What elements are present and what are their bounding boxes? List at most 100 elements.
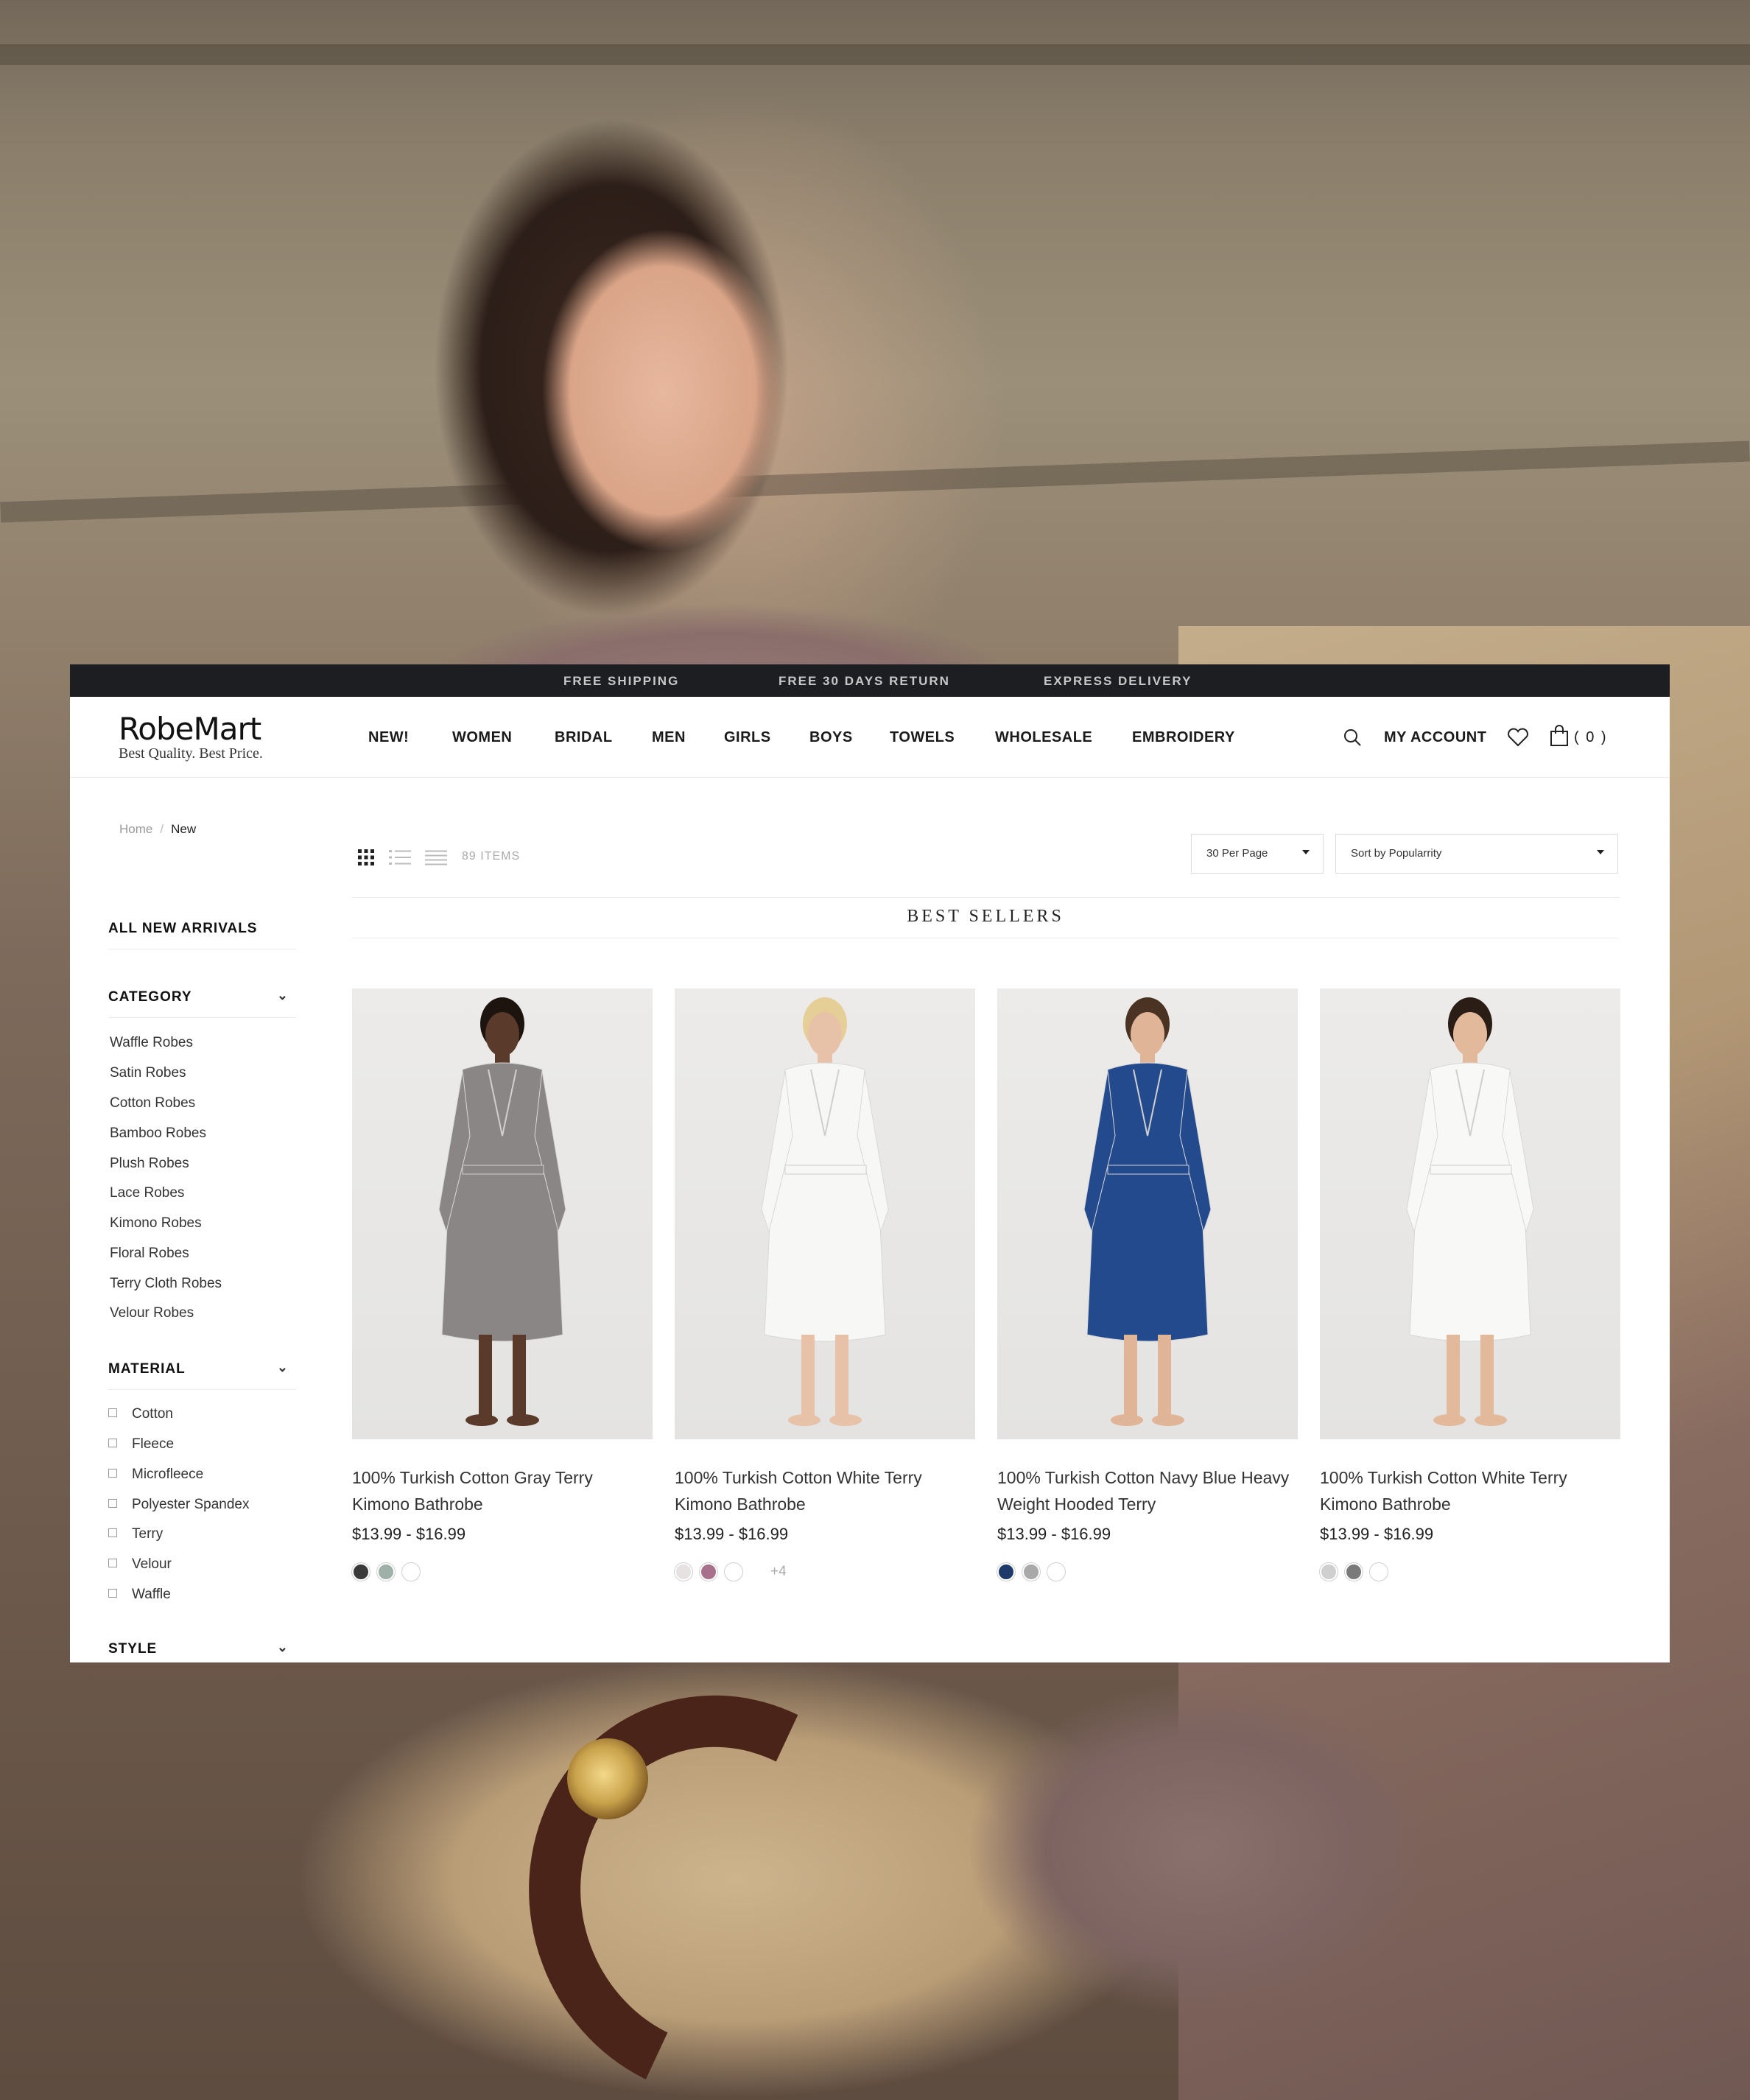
checkbox-box [108, 1528, 117, 1537]
nav-wholesale[interactable]: WHOLESALE [995, 729, 1092, 746]
more-colors-count[interactable]: +4 [770, 1564, 787, 1580]
nav-towels[interactable]: TOWELS [890, 729, 955, 746]
category-satin-robes[interactable]: Satin Robes [110, 1065, 186, 1081]
product-title[interactable]: 100% Turkish Cotton White Terry Kimono B… [675, 1464, 975, 1517]
product-title[interactable]: 100% Turkish Cotton Navy Blue Heavy Weig… [997, 1464, 1298, 1517]
category-kimono-robes[interactable]: Kimono Robes [110, 1215, 202, 1232]
category-cotton-robes[interactable]: Cotton Robes [110, 1095, 195, 1112]
best-sellers-heading: BEST SELLERS [907, 907, 1064, 926]
color-swatch[interactable] [700, 1563, 717, 1581]
material-label: Velour [132, 1556, 172, 1572]
color-swatch[interactable] [402, 1563, 420, 1581]
model-figure [1406, 997, 1534, 1426]
material-fleece-checkbox[interactable]: Fleece [108, 1436, 174, 1453]
heart-icon[interactable] [1507, 728, 1529, 747]
category-floral-robes[interactable]: Floral Robes [110, 1246, 189, 1262]
color-swatch[interactable] [675, 1563, 692, 1581]
category-bamboo-robes[interactable]: Bamboo Robes [110, 1125, 206, 1142]
category-waffle-robes[interactable]: Waffle Robes [110, 1035, 193, 1051]
promo-free-returns: FREE 30 DAYS RETURN [779, 674, 950, 688]
compact-list-icon[interactable] [425, 849, 447, 869]
my-account-link[interactable]: MY ACCOUNT [1384, 729, 1486, 746]
sort-select[interactable]: Sort by Popularrity [1335, 834, 1618, 874]
shopping-bag-icon[interactable] [1550, 725, 1569, 747]
material-label: Waffle [132, 1587, 171, 1602]
product-title[interactable]: 100% Turkish Cotton Gray Terry Kimono Ba… [352, 1464, 653, 1517]
robe-drape [943, 1665, 1458, 2033]
material-terry-checkbox[interactable]: Terry [108, 1526, 163, 1542]
search-icon[interactable] [1343, 728, 1362, 747]
material-label: Cotton [132, 1406, 173, 1422]
chevron-down-icon: ⌄ [276, 1360, 289, 1374]
product-price: $13.99 - $16.99 [997, 1525, 1111, 1543]
cart-count[interactable]: ( 0 ) [1574, 729, 1608, 746]
items-count: 89 ITEMS [462, 850, 521, 863]
product-price: $13.99 - $16.99 [675, 1525, 789, 1543]
nav-boys[interactable]: BOYS [809, 729, 853, 746]
breadcrumb-home[interactable]: Home [119, 822, 152, 836]
product-card[interactable]: 100% Turkish Cotton Gray Terry Kimono Ba… [352, 988, 653, 1581]
color-swatch[interactable] [997, 1563, 1015, 1581]
checkbox-box [108, 1558, 117, 1567]
checkbox-box [108, 1438, 117, 1447]
all-new-arrivals-link[interactable]: ALL NEW ARRIVALS [108, 921, 296, 949]
product-image[interactable] [997, 988, 1298, 1439]
color-swatch[interactable] [725, 1563, 742, 1581]
category-lace-robes[interactable]: Lace Robes [110, 1185, 184, 1201]
color-swatches [997, 1563, 1072, 1581]
product-card[interactable]: 100% Turkish Cotton White Terry Kimono B… [1320, 988, 1620, 1581]
website-panel: FREE SHIPPING FREE 30 DAYS RETURN EXPRES… [70, 664, 1670, 1662]
chevron-down-icon: ⌄ [276, 988, 289, 1002]
category-velour-robes[interactable]: Velour Robes [110, 1305, 194, 1321]
category-filter-toggle[interactable]: CATEGORY ⌄ [108, 988, 296, 1018]
material-microfleece-checkbox[interactable]: Microfleece [108, 1467, 203, 1483]
product-card[interactable]: 100% Turkish Cotton Navy Blue Heavy Weig… [997, 988, 1298, 1581]
breadcrumb-current: New [171, 822, 197, 836]
nav-embroidery[interactable]: EMBROIDERY [1132, 729, 1235, 746]
list-view-icon[interactable] [389, 849, 411, 869]
wall-molding [0, 440, 1750, 523]
caret-down-icon [1302, 850, 1310, 854]
color-swatch[interactable] [1345, 1563, 1363, 1581]
style-filter-toggle[interactable]: STYLE ⌄ [108, 1640, 296, 1662]
color-swatches: +4 [675, 1563, 787, 1581]
nav-new[interactable]: NEW! [368, 729, 409, 746]
material-filter-toggle[interactable]: MATERIAL ⌄ [108, 1360, 296, 1390]
product-image[interactable] [352, 988, 653, 1439]
model-figure [761, 997, 889, 1426]
material-cotton-checkbox[interactable]: Cotton [108, 1406, 173, 1422]
color-swatches [352, 1563, 427, 1581]
category-plush-robes[interactable]: Plush Robes [110, 1156, 189, 1172]
product-card[interactable]: 100% Turkish Cotton White Terry Kimono B… [675, 988, 975, 1581]
checkbox-box [108, 1498, 117, 1508]
nav-girls[interactable]: GIRLS [724, 729, 771, 746]
color-swatch[interactable] [1320, 1563, 1338, 1581]
grid-view-icon[interactable] [357, 849, 375, 870]
model-face [508, 184, 818, 597]
per-page-select[interactable]: 30 Per Page [1191, 834, 1324, 874]
color-swatch[interactable] [377, 1563, 395, 1581]
nav-women[interactable]: WOMEN [452, 729, 512, 746]
nav-bridal[interactable]: BRIDAL [555, 729, 613, 746]
promo-bar: FREE SHIPPING FREE 30 DAYS RETURN EXPRES… [70, 664, 1670, 697]
color-swatch[interactable] [1022, 1563, 1040, 1581]
product-image[interactable] [675, 988, 975, 1439]
promo-free-shipping: FREE SHIPPING [563, 674, 680, 688]
material-heading: MATERIAL [108, 1361, 186, 1377]
color-swatch[interactable] [1047, 1563, 1065, 1581]
material-velour-checkbox[interactable]: Velour [108, 1556, 172, 1573]
color-swatch[interactable] [352, 1563, 370, 1581]
checkbox-box [108, 1408, 117, 1417]
per-page-value: 30 Per Page [1206, 847, 1268, 860]
product-price: $13.99 - $16.99 [1320, 1525, 1434, 1543]
nav-men[interactable]: MEN [652, 729, 686, 746]
product-image[interactable] [1320, 988, 1620, 1439]
product-title[interactable]: 100% Turkish Cotton White Terry Kimono B… [1320, 1464, 1620, 1517]
category-terry-cloth-robes[interactable]: Terry Cloth Robes [110, 1276, 222, 1292]
material-polyester-spandex-checkbox[interactable]: Polyester Spandex [108, 1497, 250, 1513]
color-swatch[interactable] [1370, 1563, 1388, 1581]
material-waffle-checkbox[interactable]: Waffle [108, 1587, 171, 1603]
logo[interactable]: RobeMart Best Quality. Best Price. [119, 713, 263, 762]
checkbox-box [108, 1468, 117, 1478]
sort-value: Sort by Popularrity [1351, 847, 1442, 860]
